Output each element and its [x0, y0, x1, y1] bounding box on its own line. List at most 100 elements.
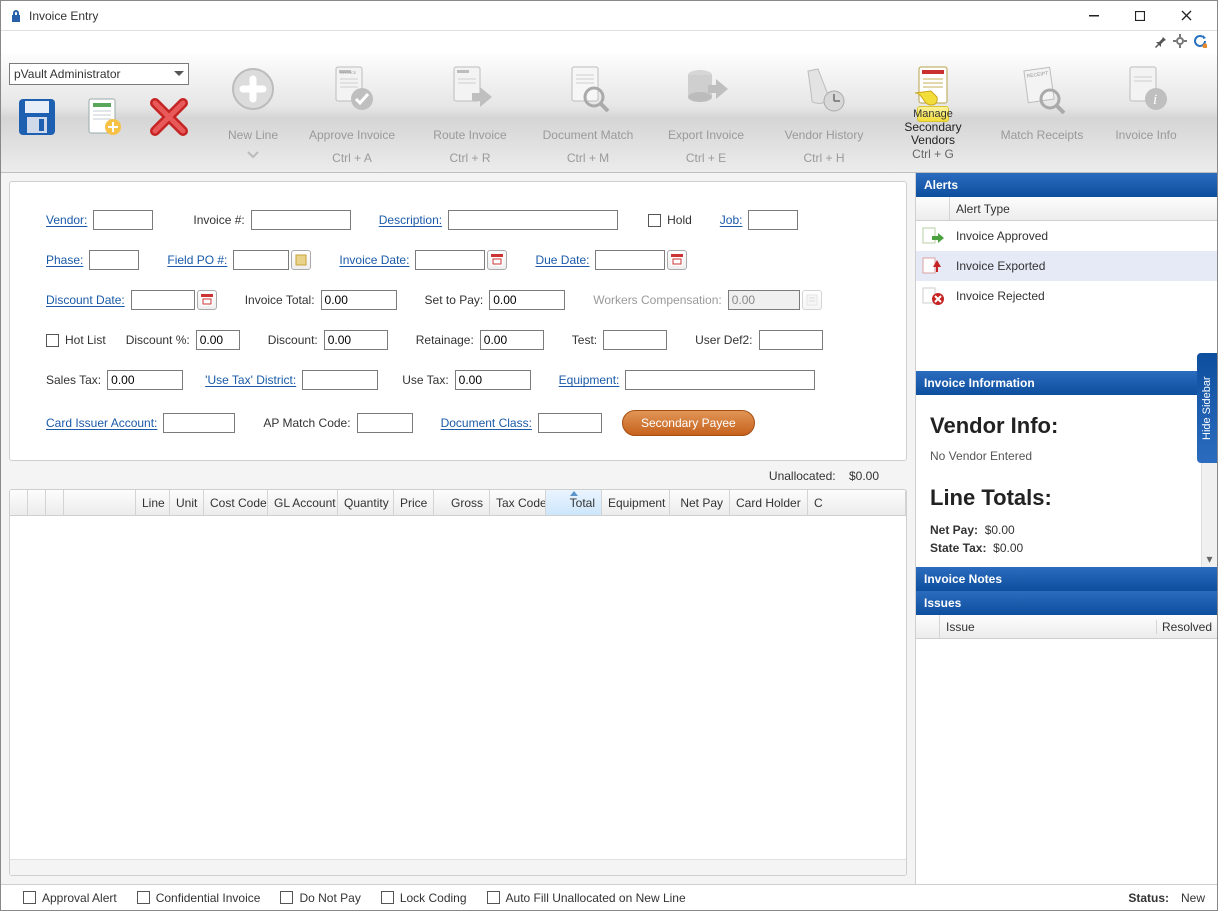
grid-col-costcode[interactable]: Cost Code — [204, 490, 268, 515]
close-button[interactable] — [1163, 2, 1209, 30]
hold-checkbox[interactable]: Hold — [648, 213, 692, 227]
grid-col-taxcode[interactable]: Tax Code — [490, 490, 546, 515]
tool-route-invoice[interactable]: Route Invoice Ctrl + R — [411, 59, 529, 167]
description-field[interactable] — [448, 210, 618, 230]
description-label[interactable]: Description: — [379, 213, 442, 227]
gear-icon[interactable] — [1173, 34, 1187, 48]
alert-rejected[interactable]: Invoice Rejected — [916, 281, 1217, 311]
tool-new-line[interactable]: New Line — [213, 59, 293, 167]
retainage-field[interactable] — [480, 330, 544, 350]
approval-alert-checkbox[interactable]: Approval Alert — [23, 891, 117, 905]
grid-col-quantity[interactable]: Quantity — [338, 490, 394, 515]
save-button[interactable] — [13, 93, 61, 141]
sales-tax-field[interactable] — [107, 370, 183, 390]
new-invoice-button[interactable] — [79, 93, 127, 141]
due-date-calendar-icon[interactable] — [667, 250, 687, 270]
card-issuer-field[interactable] — [163, 413, 235, 433]
refresh-icon[interactable] — [1193, 34, 1207, 48]
hot-list-checkbox[interactable]: Hot List — [46, 333, 106, 347]
delete-button[interactable] — [145, 93, 193, 141]
vendor-label[interactable]: Vendor: — [46, 213, 87, 227]
grid-col-3[interactable] — [64, 490, 136, 515]
discount-pct-field[interactable] — [196, 330, 240, 350]
lock-coding-checkbox[interactable]: Lock Coding — [381, 891, 467, 905]
tool-shortcut: Ctrl + G — [912, 147, 954, 163]
autofill-checkbox[interactable]: Auto Fill Unallocated on New Line — [487, 891, 686, 905]
maximize-button[interactable] — [1117, 2, 1163, 30]
hot-list-label: Hot List — [65, 333, 106, 347]
issues-col-issue[interactable]: Issue — [940, 620, 1157, 634]
grid-col-extra[interactable]: C — [808, 490, 906, 515]
due-date-label[interactable]: Due Date: — [535, 253, 589, 267]
grid-col-netpay[interactable]: Net Pay — [670, 490, 730, 515]
set-to-pay-field[interactable] — [489, 290, 565, 310]
vendor-field[interactable] — [93, 210, 153, 230]
ap-match-field[interactable] — [357, 413, 413, 433]
issues-col-icon[interactable] — [916, 615, 940, 638]
scroll-down-icon[interactable]: ▾ — [1202, 551, 1217, 567]
issues-header[interactable]: Issues — [916, 591, 1217, 615]
grid-col-line[interactable]: Line — [136, 490, 170, 515]
tool-match-receipts[interactable]: RECEIPT Match Receipts — [983, 59, 1101, 167]
grid-col-unit[interactable]: Unit — [170, 490, 204, 515]
grid-col-price[interactable]: Price — [394, 490, 434, 515]
tool-export-invoice[interactable]: Export Invoice Ctrl + E — [647, 59, 765, 167]
tool-manage-secondary-vendors[interactable]: Manage SecondaryVendors Ctrl + G — [883, 59, 983, 167]
field-po-field[interactable] — [233, 250, 289, 270]
tool-vendor-history[interactable]: Vendor History Ctrl + H — [765, 59, 883, 167]
invoice-date-field[interactable] — [415, 250, 485, 270]
userdef2-field[interactable] — [759, 330, 823, 350]
job-label[interactable]: Job: — [720, 213, 743, 227]
grid-col-2[interactable] — [46, 490, 64, 515]
alerts-col-icon[interactable] — [916, 197, 950, 220]
secondary-payee-button[interactable]: Secondary Payee — [622, 410, 755, 436]
issues-col-resolved[interactable]: Resolved — [1157, 620, 1217, 634]
grid-col-total[interactable]: Total — [546, 490, 602, 515]
grid-body[interactable] — [10, 516, 906, 859]
confidential-invoice-checkbox[interactable]: Confidential Invoice — [137, 891, 261, 905]
admin-dropdown[interactable]: pVault Administrator — [9, 63, 189, 85]
test-field[interactable] — [603, 330, 667, 350]
field-po-lookup-button[interactable] — [291, 250, 311, 270]
discount-date-calendar-icon[interactable] — [197, 290, 217, 310]
grid-col-glaccount[interactable]: GL Account — [268, 490, 338, 515]
minimize-button[interactable] — [1071, 2, 1117, 30]
field-po-label[interactable]: Field PO #: — [167, 253, 227, 267]
grid-col-cardholder[interactable]: Card Holder — [730, 490, 808, 515]
phase-label[interactable]: Phase: — [46, 253, 83, 267]
use-tax-district-label[interactable]: 'Use Tax' District: — [205, 373, 296, 387]
grid-col-marker[interactable] — [10, 490, 28, 515]
document-class-field[interactable] — [538, 413, 602, 433]
invoice-date-label[interactable]: Invoice Date: — [339, 253, 409, 267]
tool-document-match[interactable]: Document Match Ctrl + M — [529, 59, 647, 167]
invoice-total-field[interactable] — [321, 290, 397, 310]
use-tax-district-field[interactable] — [302, 370, 378, 390]
discount-field[interactable] — [324, 330, 388, 350]
alerts-col-type[interactable]: Alert Type — [950, 202, 1217, 216]
tool-approve-invoice[interactable]: INVOICE Approve Invoice Ctrl + A — [293, 59, 411, 167]
equipment-field[interactable] — [625, 370, 815, 390]
pin-icon[interactable] — [1153, 34, 1167, 48]
tool-invoice-info[interactable]: i Invoice Info — [1101, 59, 1191, 167]
grid-col-equipment[interactable]: Equipment — [602, 490, 670, 515]
due-date-field[interactable] — [595, 250, 665, 270]
document-class-label[interactable]: Document Class: — [441, 416, 532, 430]
equipment-label[interactable]: Equipment: — [559, 373, 620, 387]
invoice-no-field[interactable] — [251, 210, 351, 230]
alert-exported[interactable]: Invoice Exported — [916, 251, 1217, 281]
job-field[interactable] — [748, 210, 798, 230]
card-issuer-label[interactable]: Card Issuer Account: — [46, 416, 157, 430]
netpay-value: $0.00 — [985, 523, 1015, 537]
invoice-notes-header[interactable]: Invoice Notes — [916, 567, 1217, 591]
phase-field[interactable] — [89, 250, 139, 270]
discount-date-field[interactable] — [131, 290, 195, 310]
do-not-pay-checkbox[interactable]: Do Not Pay — [280, 891, 360, 905]
grid-col-1[interactable] — [28, 490, 46, 515]
use-tax-field[interactable] — [455, 370, 531, 390]
grid-col-gross[interactable]: Gross — [434, 490, 490, 515]
discount-date-label[interactable]: Discount Date: — [46, 293, 125, 307]
alert-approved[interactable]: Invoice Approved — [916, 221, 1217, 251]
grid-h-scrollbar[interactable] — [10, 859, 906, 875]
invoice-date-calendar-icon[interactable] — [487, 250, 507, 270]
hide-sidebar-tab[interactable]: Hide Sidebar — [1197, 353, 1217, 463]
